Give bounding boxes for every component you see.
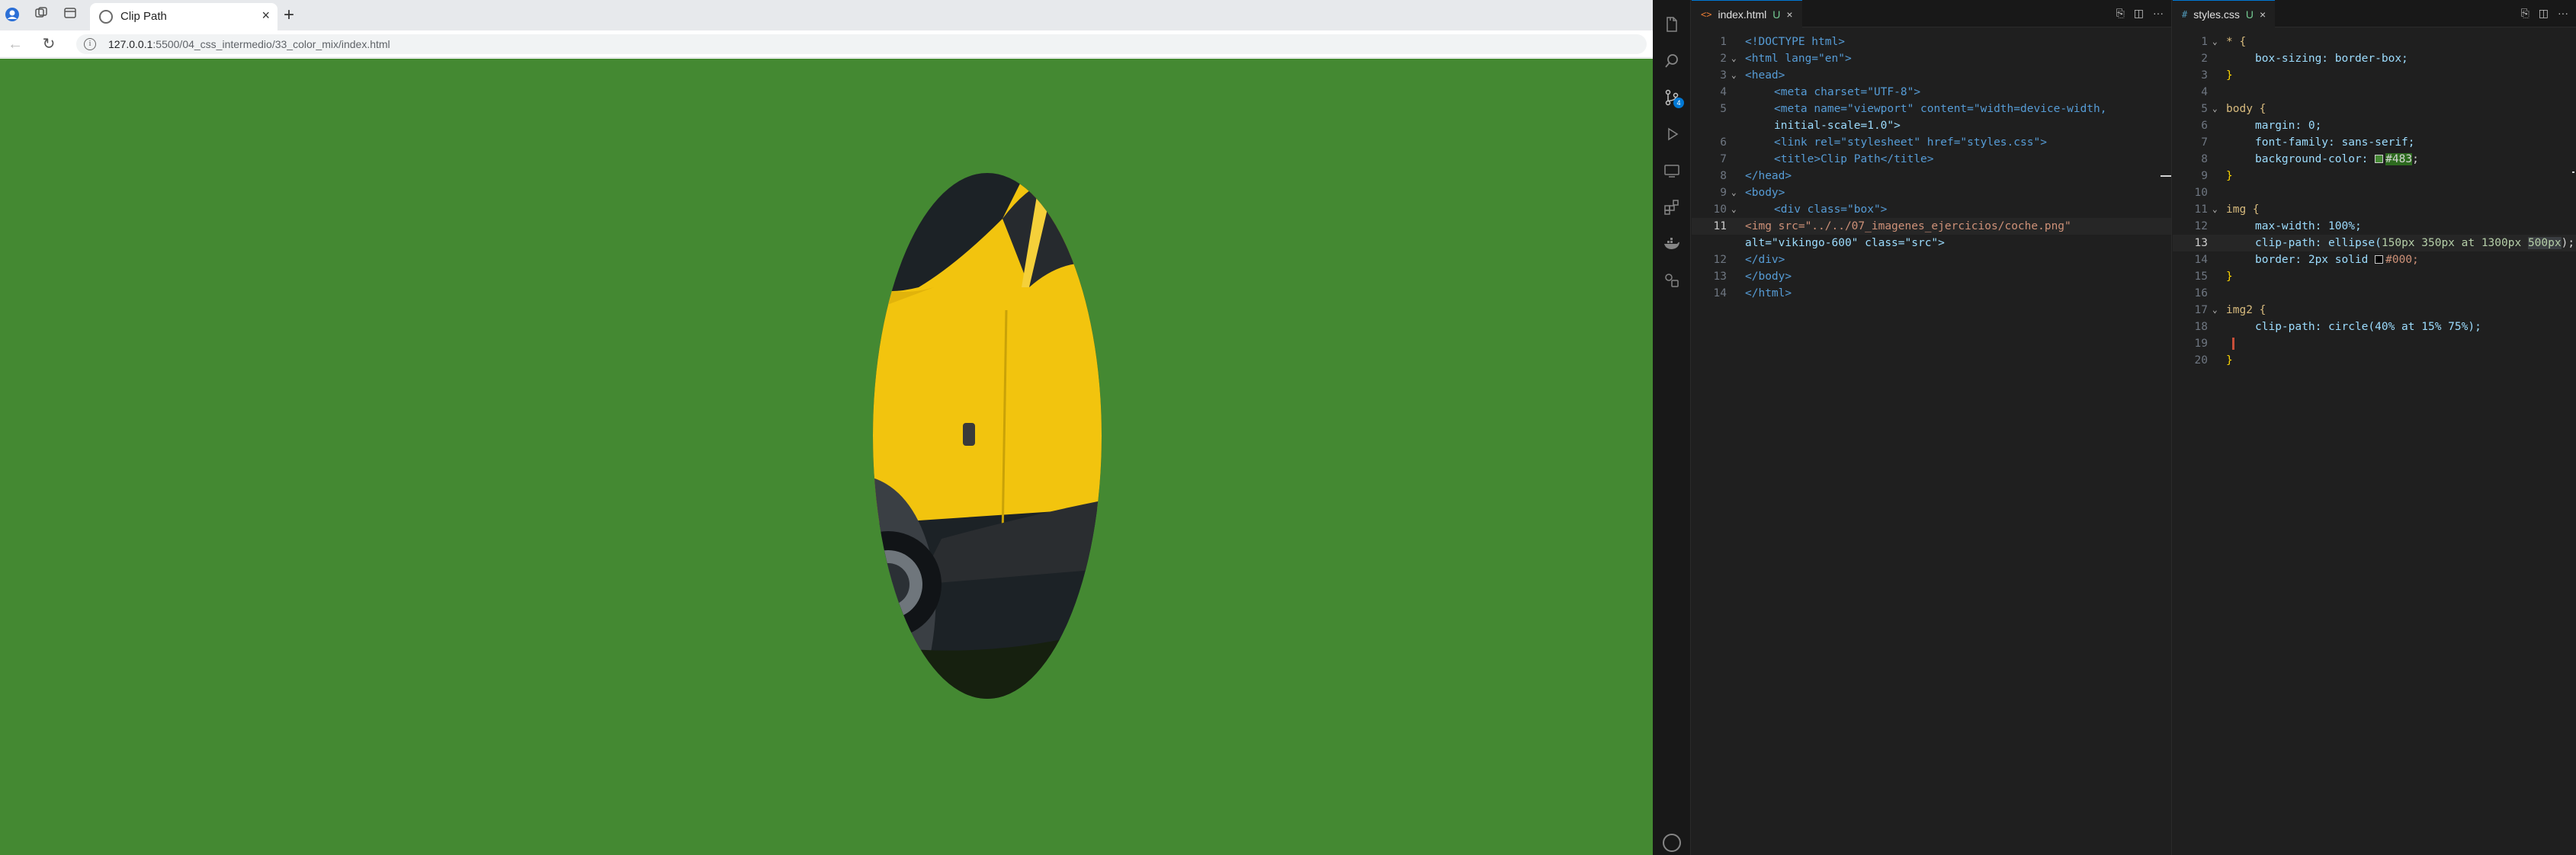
tab-filename: styles.css (2193, 8, 2240, 21)
vscode-window: 4 <> index.html U × ⎘ ◫ ··· 1 <!DOCTYPE … (1653, 0, 2576, 855)
code-line: box-sizing: border-box; (2255, 53, 2408, 65)
code-line: </body> (1745, 271, 1792, 283)
tab-styles-css[interactable]: # styles.css U × (2173, 0, 2276, 27)
code-line: } (2226, 271, 2233, 283)
profile-icon[interactable] (3, 6, 21, 24)
code-line: margin: 0; (2255, 120, 2322, 132)
clipped-car-image (873, 173, 1102, 699)
fold-chevron-icon[interactable]: ⌄ (2212, 302, 2223, 319)
code-line: <div class="box"> (1774, 203, 1888, 216)
remote-explorer-icon[interactable] (1663, 162, 1681, 180)
overview-ruler-mark (2161, 175, 2171, 177)
code-line: <body> (1745, 187, 1785, 199)
color-swatch[interactable] (2375, 155, 2384, 163)
browser-window: Clip Path × + ← ↻ i 127.0.0.1:5500/04_cs… (0, 0, 1653, 855)
code-line: initial-scale=1.0"> (1774, 120, 1901, 132)
fold-chevron-icon[interactable]: ⌄ (2212, 201, 2223, 218)
code-line: </html> (1745, 287, 1792, 299)
code-line: <link rel="stylesheet" href="styles.css"… (1774, 136, 2047, 149)
accounts-share-icon[interactable] (1663, 271, 1681, 290)
run-debug-icon[interactable] (1663, 125, 1681, 143)
code-line: clip-path: circle(40% at 15% 75%); (2255, 321, 2481, 333)
code-line: background-color: #483; (2255, 153, 2419, 165)
fold-chevron-icon[interactable]: ⌄ (1731, 184, 1742, 201)
code-line: alt="vikingo-600" class="src"> (1745, 237, 1945, 249)
fold-chevron-icon[interactable]: ⌄ (1731, 50, 1742, 67)
untracked-status: U (2245, 8, 2254, 21)
code-line: max-width: 100%; (2255, 220, 2362, 232)
source-control-badge: 4 (1673, 98, 1684, 108)
tab-index-html[interactable]: <> index.html U × (1692, 0, 1802, 27)
code-line: body { (2226, 103, 2266, 115)
globe-icon (99, 10, 113, 24)
compare-changes-icon[interactable]: ⎘ (2521, 7, 2529, 20)
workspaces-icon[interactable] (32, 6, 50, 24)
more-actions-icon[interactable]: ··· (2558, 7, 2568, 20)
editor-tabs-css: # styles.css U × ⎘ ◫ ··· (2173, 0, 2576, 27)
account-icon[interactable] (1663, 834, 1681, 852)
fold-chevron-icon[interactable]: ⌄ (1731, 201, 1742, 218)
docker-icon[interactable] (1663, 235, 1681, 253)
page-viewport (0, 59, 1653, 855)
color-swatch[interactable] (2375, 255, 2384, 264)
extensions-icon[interactable] (1663, 198, 1681, 216)
site-info-icon[interactable]: i (84, 38, 96, 50)
code-line: <meta name="viewport" content="width=dev… (1774, 103, 2107, 115)
html-file-icon: <> (1701, 8, 1712, 20)
code-line: </head> (1745, 170, 1792, 182)
editor-tabs-html: <> index.html U × ⎘ ◫ ··· (1692, 0, 2171, 27)
code-line: img2 { (2226, 304, 2266, 316)
search-icon[interactable] (1663, 52, 1681, 70)
refresh-icon[interactable]: ↻ (40, 35, 58, 53)
tab-title: Clip Path (120, 10, 167, 23)
code-line: * { (2226, 36, 2247, 48)
split-editor-icon[interactable]: ◫ (2539, 7, 2549, 20)
overview-ruler-mark (2572, 171, 2574, 173)
code-line: <meta charset="UTF-8"> (1774, 86, 1921, 98)
tab-close-icon[interactable]: × (1786, 8, 1792, 21)
editor-actions: ⎘ ◫ ··· (2521, 7, 2568, 20)
editor-index-html[interactable]: <> index.html U × ⎘ ◫ ··· 1 <!DOCTYPE htm… (1692, 0, 2172, 855)
css-file-icon: # (2182, 8, 2188, 20)
code-line: img { (2226, 203, 2260, 216)
source-control-icon[interactable]: 4 (1663, 88, 1684, 108)
code-line: <html lang="en"> (1745, 53, 1852, 65)
activity-bar: 4 (1653, 0, 1691, 855)
address-bar-row: ← ↻ i 127.0.0.1:5500/04_css_intermedio/3… (0, 30, 1653, 58)
tab-filename: index.html (1718, 8, 1767, 21)
code-line: border: 2px solid #000; (2255, 254, 2419, 266)
git-change-marker (2232, 338, 2234, 350)
editor-actions: ⎘ ◫ ··· (2116, 7, 2164, 20)
fold-chevron-icon[interactable]: ⌄ (2212, 34, 2223, 50)
editor-styles-css[interactable]: # styles.css U × ⎘ ◫ ··· 1 ⌄ * { 2 box-sizi… (2173, 0, 2576, 855)
fold-chevron-icon[interactable]: ⌄ (1731, 67, 1742, 84)
code-css[interactable]: 1 ⌄ * { 2 box-sizing: border-box; 3} 4 5 ⌄ bo… (2173, 34, 2576, 369)
code-html[interactable]: 1 <!DOCTYPE html> 2 ⌄ <html lang="en"> 3 ⌄ <h… (1692, 34, 2171, 302)
code-line: clip-path: ellipse(150px 350px at 1300px… (2255, 237, 2575, 249)
compare-changes-icon[interactable]: ⎘ (2116, 7, 2125, 20)
code-line: <title>Clip Path</title> (1774, 153, 1934, 165)
code-line: } (2226, 69, 2233, 82)
tab-close-icon[interactable]: × (2260, 8, 2266, 21)
code-line: <!DOCTYPE html> (1745, 36, 1845, 48)
fold-chevron-icon[interactable]: ⌄ (2212, 101, 2223, 117)
address-bar[interactable]: i 127.0.0.1:5500/04_css_intermedio/33_co… (76, 34, 1647, 54)
explorer-icon[interactable] (1663, 15, 1681, 34)
new-tab-button[interactable]: + (284, 5, 294, 26)
code-line: font-family: sans-serif; (2255, 136, 2415, 149)
url-text[interactable]: 127.0.0.1:5500/04_css_intermedio/33_colo… (108, 38, 390, 50)
code-line: } (2226, 354, 2233, 367)
code-line: <img src="../../07_imagenes_ejercicios/c… (1745, 220, 2071, 232)
untracked-status: U (1772, 8, 1781, 21)
code-line: </div> (1745, 254, 1785, 266)
split-editor-icon[interactable]: ◫ (2134, 7, 2144, 20)
code-line: } (2226, 170, 2233, 182)
browser-tab-bar: Clip Path × + (0, 0, 1653, 30)
more-actions-icon[interactable]: ··· (2153, 7, 2164, 20)
code-line: <head> (1745, 69, 1785, 82)
tab-close-icon[interactable]: × (261, 8, 270, 24)
tab-actions-icon[interactable] (61, 6, 79, 24)
back-arrow-icon[interactable]: ← (6, 35, 24, 53)
browser-tab-clip-path[interactable]: Clip Path × (90, 3, 277, 30)
